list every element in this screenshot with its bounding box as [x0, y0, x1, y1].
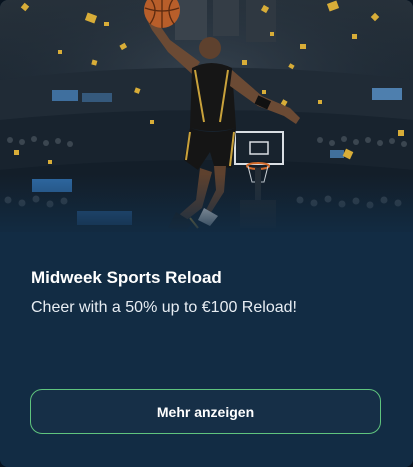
promo-content: Midweek Sports Reload Cheer with a 50% u…: [0, 232, 413, 467]
promo-description: Cheer with a 50% up to €100 Reload!: [31, 299, 297, 316]
promo-title: Midweek Sports Reload: [31, 268, 222, 287]
promo-card: Midweek Sports Reload Cheer with a 50% u…: [0, 0, 413, 467]
basketball-player-dunk-image: [0, 0, 413, 232]
show-more-button-label: Mehr anzeigen: [156, 403, 255, 420]
hero-image: [0, 0, 413, 232]
show-more-button[interactable]: Mehr anzeigen: [30, 389, 381, 434]
